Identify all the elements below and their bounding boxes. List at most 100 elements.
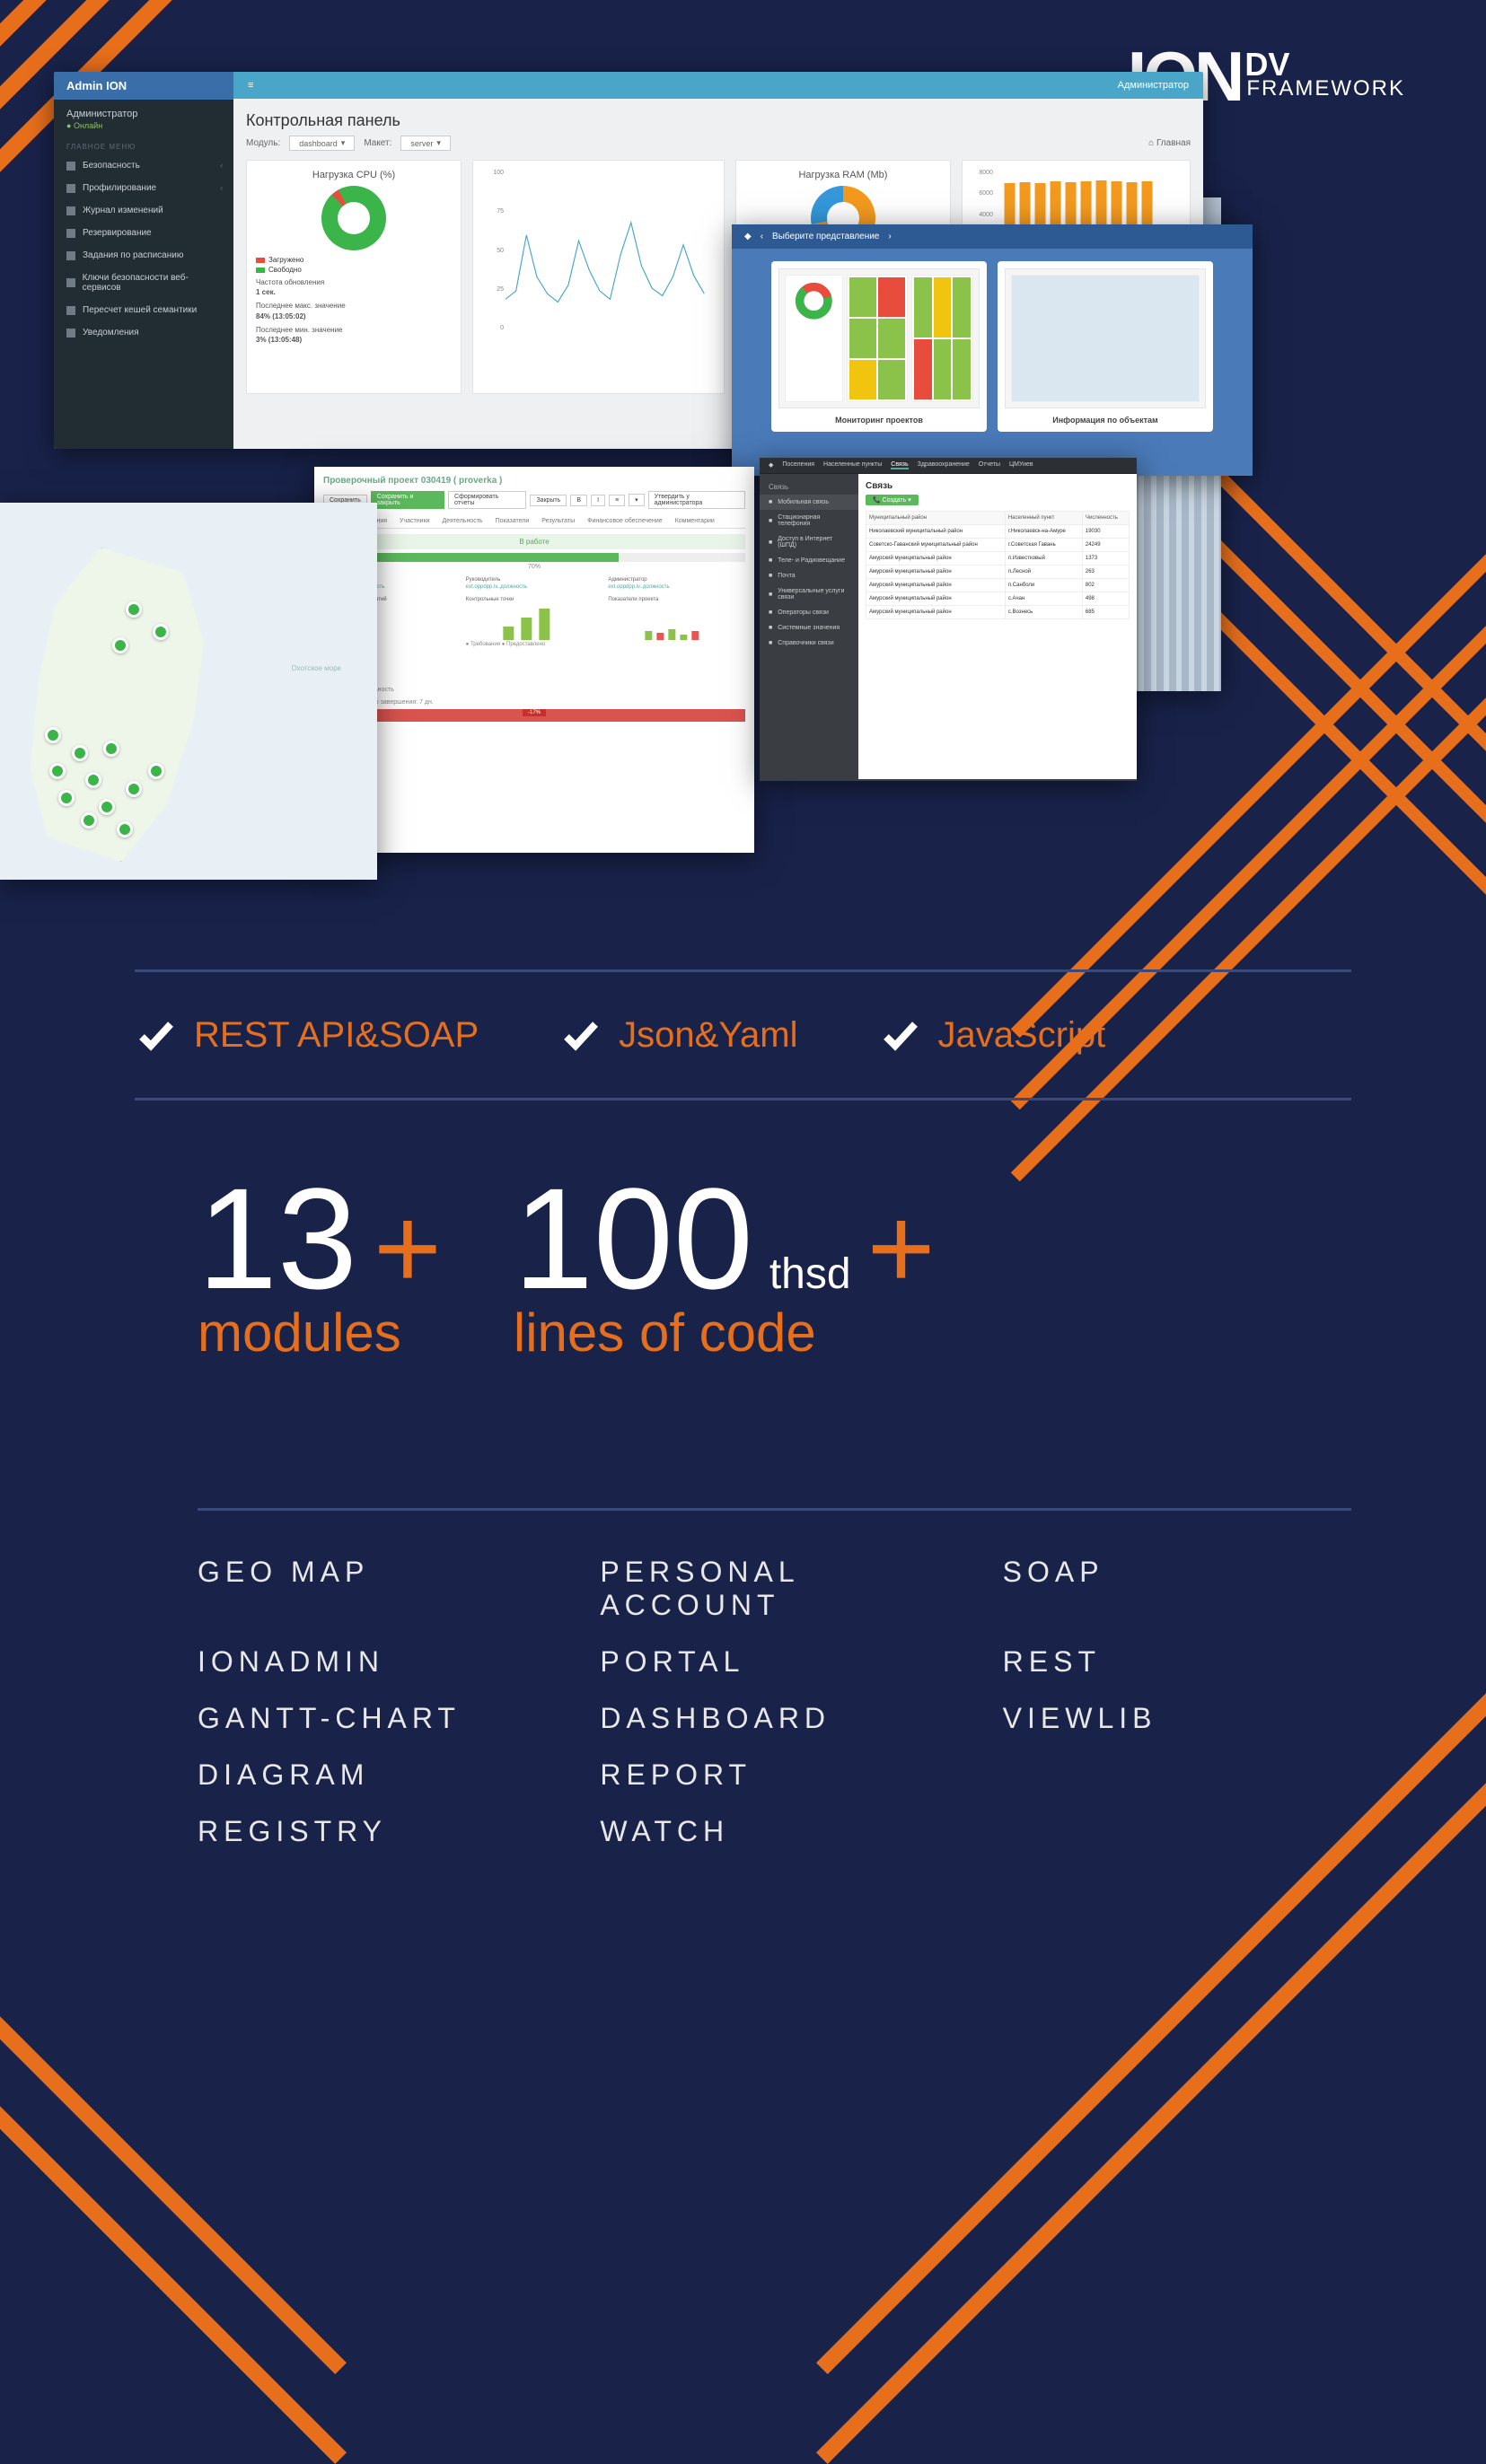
sidebar-item-notifications[interactable]: Уведомления — [54, 321, 233, 344]
map-marker-icon[interactable] — [58, 790, 75, 806]
map-marker-icon[interactable] — [117, 821, 133, 837]
feature-rest-soap: REST API&SOAP — [135, 1013, 479, 1057]
sidebar-item-tv[interactable]: ■ Теле- и Радиовещание — [760, 553, 858, 568]
ram-card-title: Нагрузка RAM (Mb) — [745, 170, 941, 180]
map-marker-icon[interactable] — [103, 741, 119, 757]
check-icon — [559, 1013, 602, 1057]
list-icon[interactable]: ≡ — [609, 495, 625, 506]
cpu-donut-chart — [321, 186, 386, 250]
tab-activity[interactable]: Деятельность — [441, 514, 485, 528]
sidebar-item-profiling[interactable]: Профилирование‹ — [54, 177, 233, 199]
sidebar-item-security[interactable]: Безопасность‹ — [54, 154, 233, 177]
map-marker-icon[interactable] — [49, 763, 66, 779]
portal-card-monitoring[interactable]: Мониторинг проектов — [771, 261, 987, 432]
admin-approve-button[interactable]: Утвердить у администратора — [648, 491, 745, 509]
module-item: REST — [1003, 1645, 1351, 1679]
sidebar-item-internet[interactable]: ■ Доступ в Интернет (ШПД) — [760, 531, 858, 553]
map-marker-icon[interactable] — [81, 812, 97, 829]
project-progress-label: 70% — [323, 564, 745, 570]
tab-indicators[interactable]: Показатели — [494, 514, 532, 528]
map-marker-icon[interactable] — [85, 772, 101, 788]
table-row[interactable]: Николаевский муниципальный районг.Никола… — [866, 525, 1130, 539]
stat-modules: 13+ modules — [198, 1167, 442, 1364]
map-marker-icon[interactable] — [112, 637, 128, 653]
layout-select[interactable]: server ▾ — [400, 136, 451, 151]
module-item: DASHBOARD — [600, 1702, 948, 1735]
admin-user-block: Администратор Онлайн — [54, 100, 233, 136]
nav-health[interactable]: Здравоохранение — [918, 461, 970, 469]
map-marker-icon[interactable] — [148, 763, 164, 779]
module-item: GEO MAP — [198, 1556, 546, 1622]
map-marker-icon[interactable] — [45, 727, 61, 743]
modules-grid: GEO MAPPERSONAL ACCOUNTSOAPIONADMINPORTA… — [198, 1508, 1351, 1848]
feature-row: REST API&SOAP Json&Yaml JavaScript — [135, 969, 1351, 1100]
nav-reports[interactable]: Отчеты — [979, 461, 1000, 469]
sidebar-item-ws-keys[interactable]: Ключи безопасности веб-сервисов — [54, 267, 233, 299]
bell-icon — [66, 329, 75, 338]
sliders-icon — [66, 184, 75, 193]
sidebar-item-backup[interactable]: Резервирование — [54, 222, 233, 244]
home-link[interactable]: ⌂ Главная — [1148, 138, 1191, 148]
admin-topbar: ≡ Администратор — [233, 72, 1203, 99]
archive-icon — [66, 229, 75, 238]
project-tabs: Проект Сведения Участники Деятельность П… — [323, 514, 745, 529]
table-row[interactable]: Амурский муниципальный районп.Лесной263 — [866, 566, 1130, 579]
save-close-button[interactable]: Сохранить и закрыть — [371, 491, 444, 509]
map-marker-icon[interactable] — [126, 781, 142, 797]
hamburger-icon[interactable]: ≡ — [248, 80, 253, 91]
admin-brand: Admin ION — [54, 72, 233, 100]
sidebar-item-phone[interactable]: ■ Стационарная телефония — [760, 510, 858, 531]
calendar-icon — [66, 251, 75, 260]
table-row[interactable]: Амурский муниципальный районс.Вознесь685 — [866, 606, 1130, 619]
report-button[interactable]: Сформировать отчеты — [448, 491, 526, 509]
module-item: REGISTRY — [198, 1815, 546, 1848]
tab-finance[interactable]: Финансовое обеспечение — [585, 514, 664, 528]
portal-card-info[interactable]: Информация по объектам — [998, 261, 1213, 432]
map-marker-icon[interactable] — [153, 624, 169, 640]
nav-places[interactable]: Населенные пункты — [823, 461, 882, 469]
bold-icon[interactable]: B — [570, 495, 587, 506]
menu-icon[interactable]: ▾ — [629, 494, 645, 506]
close-button[interactable]: Закрыть — [530, 495, 567, 506]
nav-cmu[interactable]: ЦМУиев — [1009, 461, 1033, 469]
map-marker-icon[interactable] — [126, 601, 142, 618]
module-item: IONADMIN — [198, 1645, 546, 1679]
italic-icon[interactable]: I — [591, 495, 605, 506]
project-title: Проверочный проект 030419 ( proverka ) — [323, 476, 745, 486]
table-row[interactable]: Советско-Гаванский муниципальный районг.… — [866, 539, 1130, 552]
map-marker-icon[interactable] — [72, 745, 88, 761]
sidebar-item-schedule[interactable]: Задания по расписанию — [54, 244, 233, 267]
admin-sidebar: Admin ION Администратор Онлайн ГЛАВНОЕ М… — [54, 72, 233, 449]
sidebar-item-operators[interactable]: ■ Операторы связи — [760, 605, 858, 620]
cpu-legend: Загружено Свободно — [256, 256, 452, 274]
stat-modules-number: 13 — [198, 1167, 357, 1311]
module-select[interactable]: dashboard ▾ — [289, 136, 355, 151]
sidebar-item-system[interactable]: ■ Системные значения — [760, 620, 858, 636]
stat-loc: 100 thsd + lines of code — [514, 1167, 936, 1364]
table-row[interactable]: Амурский муниципальный районп.Известковы… — [866, 552, 1130, 566]
admin-page-title: Контрольная панель — [246, 111, 1191, 130]
tab-participants[interactable]: Участники — [398, 514, 431, 528]
sidebar-item-mobile[interactable]: ■ Мобильная связь — [760, 495, 858, 510]
project-deadline-bar: -17% — [323, 709, 745, 722]
sidebar-item-post[interactable]: ■ Почта — [760, 568, 858, 583]
nav-settlements[interactable]: Поселения — [782, 461, 814, 469]
sidebar-item-recalc[interactable]: Пересчет кешей семантики — [54, 299, 233, 321]
tab-comments[interactable]: Комментарии — [673, 514, 717, 528]
module-item: DIAGRAM — [198, 1758, 546, 1792]
admin-topbar-user[interactable]: Администратор — [1118, 80, 1189, 91]
module-item — [1003, 1815, 1351, 1848]
sidebar-item-refs[interactable]: ■ Справочники связи — [760, 636, 858, 651]
admin-breadcrumb: Модуль: dashboard ▾ Макет: server ▾ ⌂ Гл… — [246, 136, 1191, 151]
dark-sidebar: Связь ■ Мобильная связь ■ Стационарная т… — [760, 474, 858, 779]
map-marker-icon[interactable] — [99, 799, 115, 815]
feature-json-yaml: Json&Yaml — [559, 1013, 797, 1057]
tab-results[interactable]: Результаты — [540, 514, 576, 528]
table-row[interactable]: Амурский муниципальный районп.Санболи802 — [866, 579, 1130, 592]
create-button[interactable]: 📞 Создать ▾ — [866, 495, 919, 505]
nav-comm[interactable]: Связь — [891, 461, 908, 469]
sidebar-item-changelog[interactable]: Журнал изменений — [54, 199, 233, 222]
stat-loc-label: lines of code — [514, 1302, 936, 1364]
table-row[interactable]: Амурский муниципальный районс.Ачан498 — [866, 592, 1130, 606]
sidebar-item-universal[interactable]: ■ Универсальные услуги связи — [760, 583, 858, 605]
